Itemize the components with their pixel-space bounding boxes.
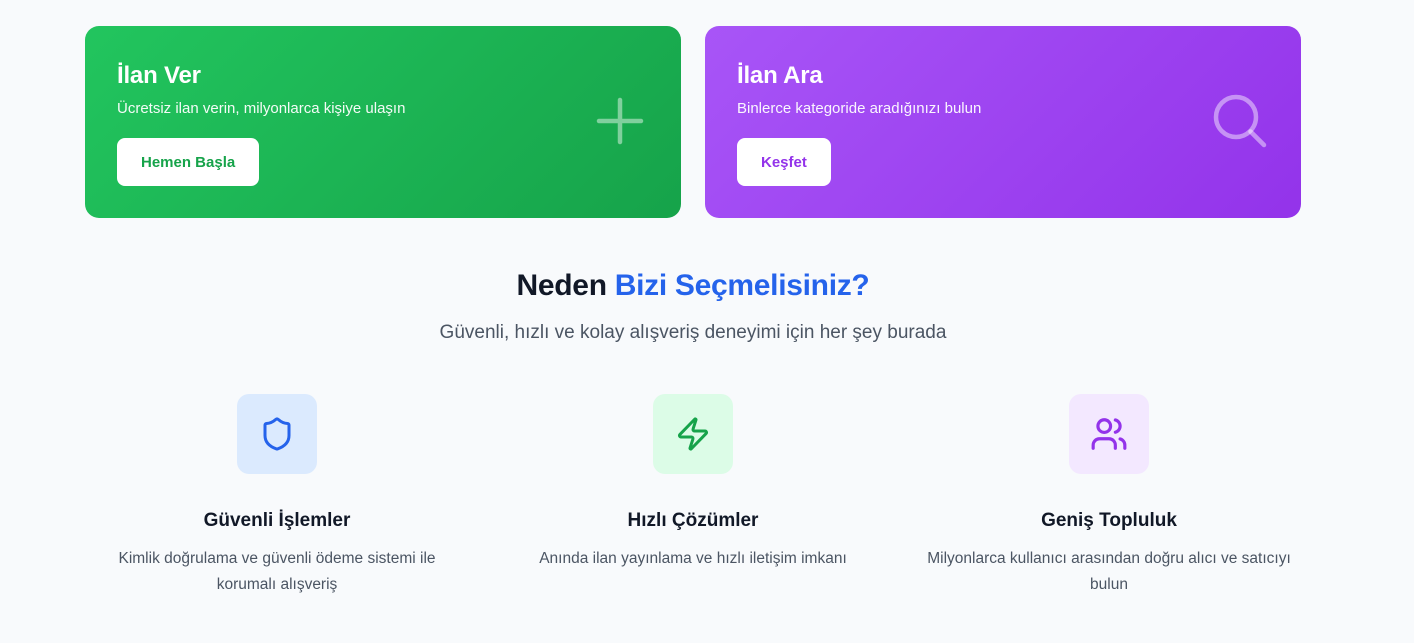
feature-icon-box <box>1069 394 1149 474</box>
post-ad-card: İlan Ver Ücretsiz ilan verin, milyonlarc… <box>85 26 681 218</box>
feature-description: Anında ilan yayınlama ve hızlı iletişim … <box>539 550 847 567</box>
feature-community: Geniş Topluluk Milyonlarca kullanıcı ara… <box>919 394 1299 598</box>
feature-fast: Hızlı Çözümler Anında ilan yayınlama ve … <box>503 394 883 572</box>
shield-icon <box>263 417 291 451</box>
feature-icon-box <box>237 394 317 474</box>
feature-description: Milyonlarca kullanıcı arasından doğru al… <box>927 550 1291 593</box>
lightning-icon <box>678 417 708 451</box>
section-title-accent: Bizi Seçmelisiniz? <box>614 269 870 302</box>
feature-title: Hızlı Çözümler <box>627 510 759 531</box>
feature-description: Kimlik doğrulama ve güvenli ödeme sistem… <box>118 550 436 593</box>
feature-title: Güvenli İşlemler <box>203 510 351 531</box>
plus-icon <box>596 97 644 145</box>
explore-button[interactable]: Keşfet <box>737 138 831 186</box>
search-ad-title: İlan Ara <box>737 62 823 89</box>
feature-icon-box <box>653 394 733 474</box>
feature-secure: Güvenli İşlemler Kimlik doğrulama ve güv… <box>87 394 467 598</box>
search-icon <box>1213 94 1267 148</box>
search-ad-card: İlan Ara Binlerce kategoride aradığınızı… <box>705 26 1301 218</box>
search-ad-description: Binlerce kategoride aradığınızı bulun <box>737 100 982 117</box>
page: İlan Ver Ücretsiz ilan verin, milyonlarc… <box>0 0 1414 643</box>
section-title-prefix: Neden <box>516 269 607 302</box>
start-now-button[interactable]: Hemen Başla <box>117 138 260 186</box>
feature-title: Geniş Topluluk <box>1041 510 1177 531</box>
post-ad-description: Ücretsiz ilan verin, milyonlarca kişiye … <box>117 100 406 117</box>
post-ad-title: İlan Ver <box>117 62 201 89</box>
section-title: Neden Bizi Seçmelisiniz? <box>0 266 1386 306</box>
users-icon <box>1091 418 1127 450</box>
section-subtitle: Güvenli, hızlı ve kolay alışveriş deneyi… <box>439 322 947 343</box>
